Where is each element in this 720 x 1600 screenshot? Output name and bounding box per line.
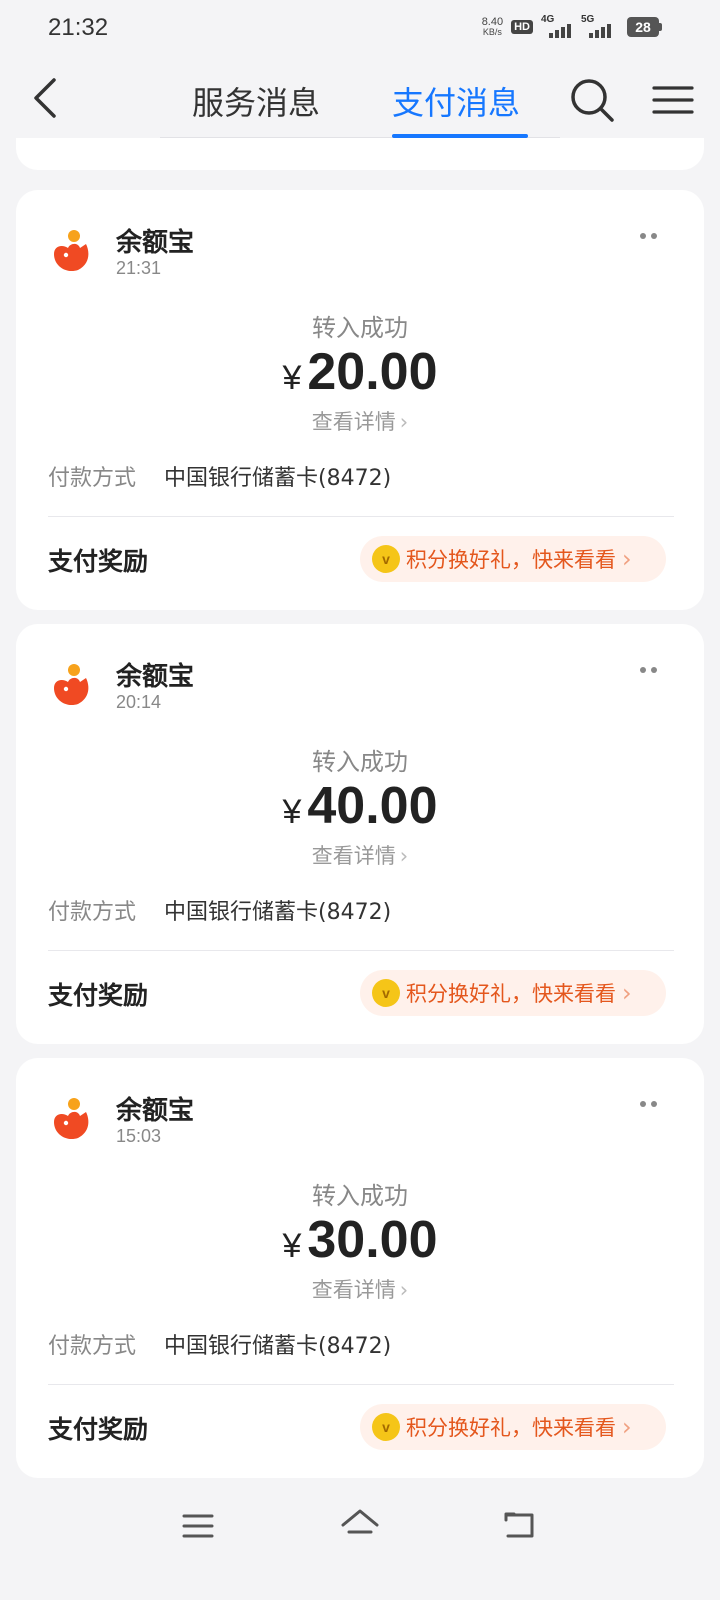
amount-value: 20.00 (307, 343, 438, 401)
signal-4g-icon: 4G (541, 14, 573, 38)
chevron-right-icon: › (622, 545, 632, 573)
transaction-status: 转入成功 (312, 1182, 408, 1210)
menu-icon[interactable] (652, 80, 694, 120)
more-icon[interactable] (640, 1098, 664, 1110)
currency-symbol: ¥ (282, 793, 302, 831)
divider (48, 516, 674, 517)
reward-text: 积分换好礼，快来看看 (406, 982, 616, 1006)
pay-method-label: 付款方式 (48, 466, 137, 491)
payment-message-card[interactable]: 余额宝 20:14 转入成功 ¥40.00 查看详情 › 付款方式 中国银行储蓄卡… (16, 624, 704, 1044)
message-time: 21:31 (116, 258, 162, 278)
amount-value: 40.00 (307, 777, 438, 835)
coin-icon: v (372, 1413, 400, 1441)
status-icons: 8.40 KB/s HD 4G 5G 28 (481, 14, 662, 38)
chevron-right-icon: › (399, 844, 409, 868)
hd-icon: HD (511, 20, 533, 34)
currency-symbol: ¥ (282, 359, 302, 397)
payment-message-card[interactable]: 余额宝 21:31 转入成功 ¥20.00 查看详情 › 付款方式 中国银行储蓄卡… (16, 190, 704, 610)
amount: ¥40.00 (16, 776, 704, 836)
coin-icon: v (372, 979, 400, 1007)
pay-method-label: 付款方式 (48, 1334, 137, 1359)
network-speed: 8.40 KB/s (481, 16, 504, 38)
reward-label: 支付奖励 (48, 1415, 149, 1444)
search-icon[interactable] (568, 76, 616, 124)
coin-icon: v (372, 545, 400, 573)
reward-label: 支付奖励 (48, 981, 149, 1010)
pay-method-value: 中国银行储蓄卡(8472) (164, 1334, 392, 1359)
transaction-status: 转入成功 (312, 314, 408, 342)
currency-symbol: ¥ (282, 1227, 302, 1265)
message-time: 20:14 (116, 692, 162, 712)
transaction-status: 转入成功 (312, 748, 408, 776)
nav-menu-icon[interactable] (182, 1512, 214, 1540)
top-nav: 服务消息 支付消息 (0, 58, 720, 138)
merchant-name: 余额宝 (116, 662, 195, 692)
merchant-name: 余额宝 (116, 1096, 195, 1126)
chevron-right-icon: › (622, 1413, 632, 1441)
more-icon[interactable] (640, 664, 664, 676)
system-nav-bar (0, 1498, 720, 1600)
nav-home-icon[interactable] (340, 1508, 380, 1542)
merchant-name: 余额宝 (116, 228, 195, 258)
yuebao-logo-icon (50, 228, 96, 274)
reward-button[interactable]: v 积分换好礼，快来看看 › (360, 1404, 666, 1450)
tab-payment-messages[interactable]: 支付消息 (392, 78, 520, 124)
pay-method-value: 中国银行储蓄卡(8472) (164, 900, 392, 925)
message-time: 15:03 (116, 1126, 162, 1146)
divider (48, 950, 674, 951)
nav-back-icon[interactable] (502, 1510, 536, 1540)
back-icon[interactable] (28, 76, 68, 120)
pay-method-value: 中国银行储蓄卡(8472) (164, 466, 392, 491)
divider (48, 1384, 674, 1385)
payment-message-card[interactable]: 余额宝 15:03 转入成功 ¥30.00 查看详情 › 付款方式 中国银行储蓄卡… (16, 1058, 704, 1478)
yuebao-logo-icon (50, 1096, 96, 1142)
signal-5g-icon: 5G (581, 14, 615, 38)
chevron-right-icon: › (399, 1278, 409, 1302)
amount: ¥30.00 (16, 1210, 704, 1270)
battery-icon: 28 (627, 17, 662, 37)
status-bar: 21:32 8.40 KB/s HD 4G 5G 28 (0, 0, 720, 58)
reward-text: 积分换好礼，快来看看 (406, 1416, 616, 1440)
chevron-right-icon: › (622, 979, 632, 1007)
reward-text: 积分换好礼，快来看看 (406, 548, 616, 572)
status-time: 21:32 (48, 14, 109, 41)
reward-button[interactable]: v 积分换好礼，快来看看 › (360, 970, 666, 1016)
yuebao-logo-icon (50, 662, 96, 708)
reward-button[interactable]: v 积分换好礼，快来看看 › (360, 536, 666, 582)
amount-value: 30.00 (307, 1211, 438, 1269)
view-details-link[interactable]: 查看详情 › (16, 840, 704, 870)
reward-label: 支付奖励 (48, 547, 149, 576)
view-details-link[interactable]: 查看详情 › (16, 1274, 704, 1304)
view-details-link[interactable]: 查看详情 › (16, 406, 704, 436)
pay-method-label: 付款方式 (48, 900, 137, 925)
previous-message-card (16, 138, 704, 170)
chevron-right-icon: › (399, 410, 409, 434)
amount: ¥20.00 (16, 342, 704, 402)
tab-service-messages[interactable]: 服务消息 (192, 78, 320, 124)
more-icon[interactable] (640, 230, 664, 242)
